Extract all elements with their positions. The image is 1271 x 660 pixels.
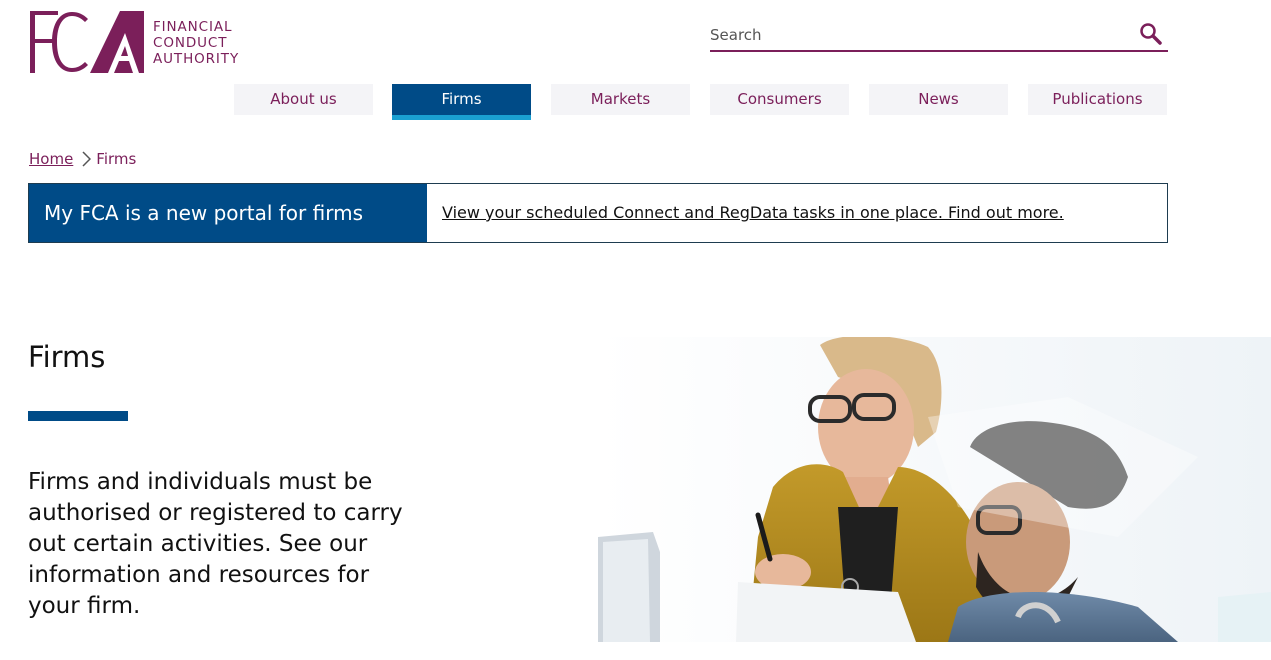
hero-description: Firms and individuals must be authorised…: [28, 469, 403, 619]
nav-item-firms[interactable]: Firms: [392, 84, 531, 120]
hero-photo-illustration: [598, 337, 1271, 642]
hero-photo: [598, 337, 1271, 642]
breadcrumb-home-link[interactable]: Home: [29, 150, 73, 168]
search-icon: [1140, 23, 1162, 45]
search-input[interactable]: [710, 24, 1130, 46]
page-title: Firms: [28, 340, 106, 374]
fca-logo-text: FINANCIAL CONDUCT AUTHORITY: [153, 19, 239, 67]
search-button[interactable]: [1139, 22, 1163, 46]
banner-link[interactable]: View your scheduled Connect and RegData …: [442, 203, 1064, 222]
fca-logo-mark: [30, 11, 144, 73]
logo-line-3: AUTHORITY: [153, 51, 240, 67]
nav-item-consumers[interactable]: Consumers: [710, 84, 849, 115]
search-bar: [710, 21, 1168, 52]
banner-body: View your scheduled Connect and RegData …: [427, 184, 1167, 242]
breadcrumb: Home Firms: [29, 150, 136, 168]
my-fca-banner: My FCA is a new portal for firms View yo…: [28, 183, 1168, 243]
nav-item-news[interactable]: News: [869, 84, 1008, 115]
nav-item-markets[interactable]: Markets: [551, 84, 690, 115]
logo-line-1: FINANCIAL: [153, 19, 233, 35]
nav-item-about-us[interactable]: About us: [234, 84, 373, 115]
banner-heading: My FCA is a new portal for firms: [29, 184, 427, 242]
title-accent-bar: [28, 411, 128, 421]
breadcrumb-current: Firms: [96, 150, 137, 168]
fca-logo[interactable]: FINANCIAL CONDUCT AUTHORITY: [28, 9, 240, 75]
chevron-right-icon: [82, 151, 92, 167]
logo-line-2: CONDUCT: [153, 35, 228, 51]
nav-item-publications[interactable]: Publications: [1028, 84, 1167, 115]
